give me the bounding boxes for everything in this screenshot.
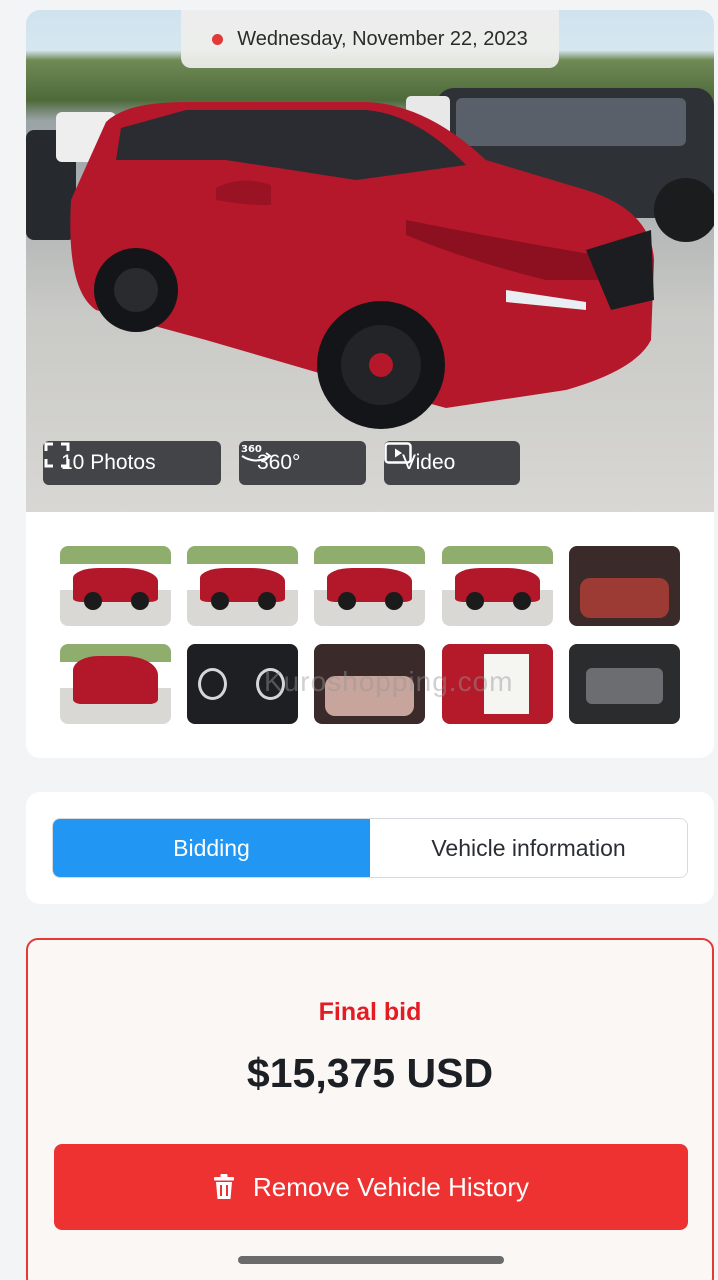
fullscreen-icon [44,442,70,468]
play-video-icon [384,442,412,464]
thumbnail[interactable] [60,546,171,626]
vehicle-illustration [26,88,714,429]
auction-date: Wednesday, November 22, 2023 [237,27,528,50]
thumbnail[interactable] [569,546,680,626]
rotate-360-icon: 360 [241,444,272,462]
final-bid-label: Final bid [318,998,422,1026]
vehicle-main-photo[interactable]: Wednesday, November 22, 2023 10 Photos 3… [26,10,714,512]
tabs-card: Bidding Vehicle information [26,792,714,904]
home-indicator[interactable] [238,1256,504,1264]
watermark-text: Kuroshopping.com [264,666,514,697]
thumbnail[interactable] [442,546,553,626]
gallery-card: Wednesday, November 22, 2023 10 Photos 3… [26,10,714,758]
photos-label: 10 Photos [61,451,156,474]
remove-vehicle-history-label: Remove Vehicle History [253,1171,529,1202]
remove-vehicle-history-button[interactable]: Remove Vehicle History [54,1144,688,1230]
tab-bidding[interactable]: Bidding [53,819,370,877]
tab-vehicle-information[interactable]: Vehicle information [370,819,687,877]
video-button[interactable]: Video [384,441,520,485]
tab-bar: Bidding Vehicle information [52,818,688,878]
thumbnail[interactable] [569,644,680,724]
thumbnail[interactable] [314,546,425,626]
thumbnail-grid [60,546,682,726]
auction-date-pill: Wednesday, November 22, 2023 [181,10,559,68]
thumbnail[interactable] [60,644,171,724]
view-360-button[interactable]: 360 360° [239,441,366,485]
photos-button[interactable]: 10 Photos [43,441,221,485]
thumbnail[interactable] [187,546,298,626]
final-bid-amount: $15,375 USD [246,1050,494,1096]
date-status-dot [212,33,224,45]
trash-icon [214,1174,234,1199]
svg-text:360: 360 [241,444,262,455]
final-bid-card: Final bid $15,375 USD Remove Vehicle His… [26,938,714,1280]
